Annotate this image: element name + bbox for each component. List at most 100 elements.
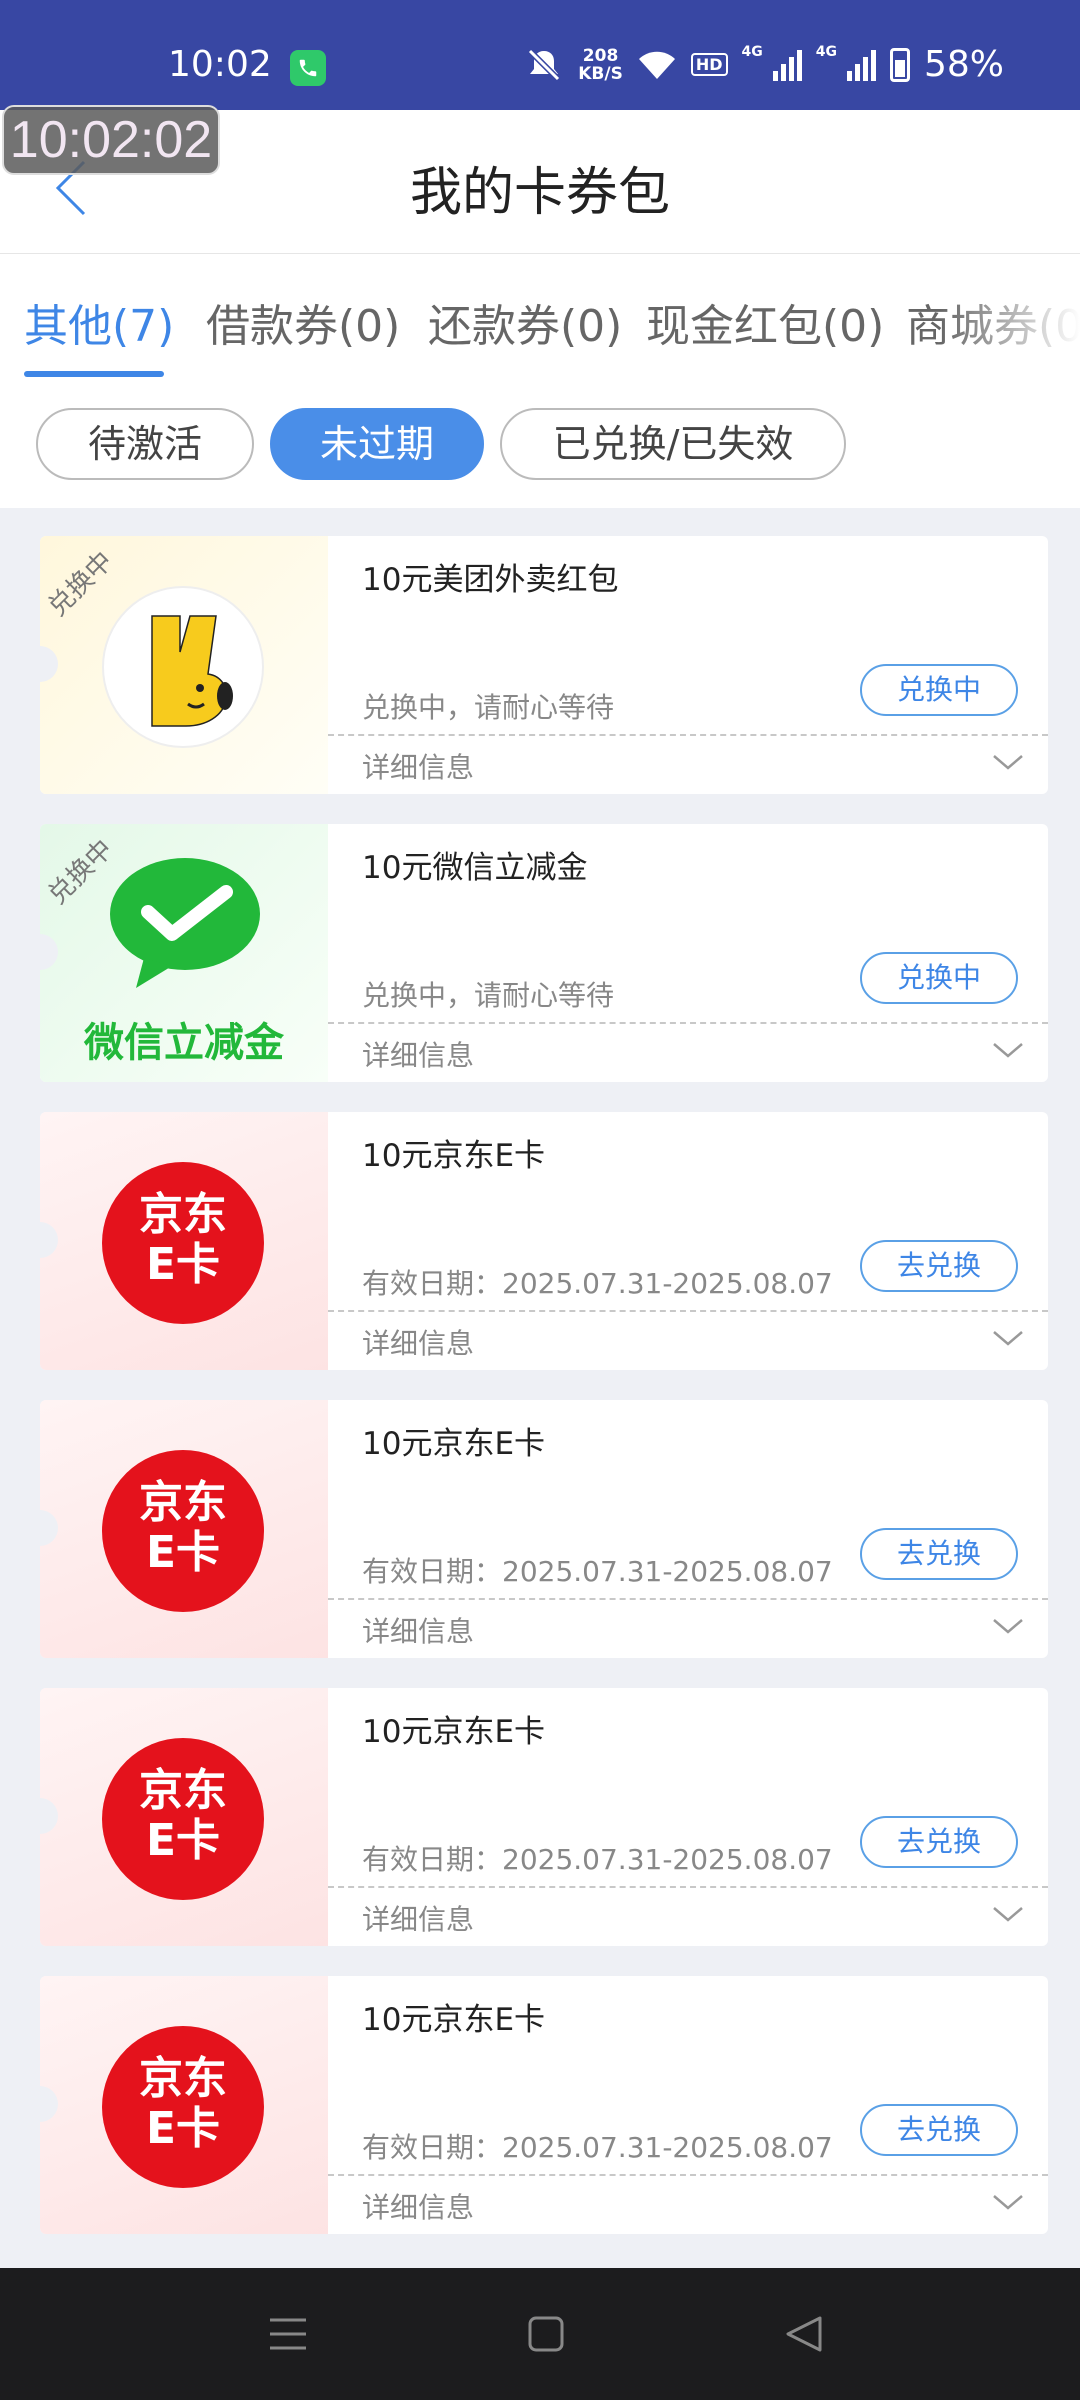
filter-not-expired[interactable]: 未过期 <box>270 408 484 480</box>
coupon-status-text: 兑换中，请耐心等待 <box>362 979 615 1012</box>
detail-info-toggle[interactable]: 详细信息 <box>362 1034 474 1074</box>
jd-ecard-icon: 京东 E卡 <box>102 2026 264 2188</box>
dashed-divider <box>328 1022 1048 1024</box>
coupon-title: 10元京东E卡 <box>362 1426 546 1462</box>
coupon-card[interactable]: 兑换中 微信立减金 10元微信立减金 兑换中，请耐心等待 兑换中 详细信息 <box>40 824 1048 1082</box>
coupon-validity: 有效日期：2025.07.31-2025.08.07 <box>362 1267 833 1300</box>
tab-fade <box>940 254 1080 384</box>
net-speed-unit: KB/S <box>578 63 623 84</box>
tab-cash-redpacket[interactable]: 现金红包(0) <box>646 290 884 354</box>
status-bar: 10:02 208 KB/S HD 4G 4G 58% <box>0 0 1080 110</box>
redeeming-button[interactable]: 兑换中 <box>860 952 1018 1004</box>
jd-logo-line2: E卡 <box>145 1239 221 1290</box>
jd-logo-line2: E卡 <box>145 1527 221 1578</box>
coupon-card[interactable]: 京东 E卡 10元京东E卡 有效日期：2025.07.31-2025.08.07… <box>40 1112 1048 1370</box>
coupon-validity: 有效日期：2025.07.31-2025.08.07 <box>362 1555 833 1588</box>
tab-other[interactable]: 其他(7) <box>24 290 174 354</box>
wechat-logo-label: 微信立减金 <box>84 1020 284 1066</box>
hd-badge: HD <box>690 53 728 76</box>
wifi-icon <box>638 51 675 79</box>
status-time: 10:02 <box>168 44 272 85</box>
ticket-notch <box>40 646 58 682</box>
tab-repay-coupon[interactable]: 还款券(0) <box>428 290 622 354</box>
network-type-2: 4G <box>815 44 837 60</box>
jd-logo-line1: 京东 <box>139 1477 227 1528</box>
chevron-down-icon[interactable] <box>990 750 1026 774</box>
net-speed-value: 208 <box>582 45 619 66</box>
ticket-notch <box>40 1510 58 1546</box>
net-speed: 208 KB/S <box>578 47 623 83</box>
detail-info-toggle[interactable]: 详细信息 <box>362 1898 474 1938</box>
coupon-title: 10元美团外卖红包 <box>362 562 619 598</box>
redeem-button[interactable]: 去兑换 <box>860 1240 1018 1292</box>
redeem-button[interactable]: 去兑换 <box>860 1816 1018 1868</box>
jd-logo-line1: 京东 <box>139 2053 227 2104</box>
floating-clock-overlay[interactable]: 10:02:02 <box>2 105 220 175</box>
coupon-logo-area: 兑换中 <box>40 536 328 794</box>
jd-ecard-icon: 京东 E卡 <box>102 1450 264 1612</box>
category-tabs: 其他(7) 借款券(0) 还款券(0) 现金红包(0) 商城券(0) <box>0 254 1080 384</box>
coupon-card[interactable]: 京东 E卡 10元京东E卡 有效日期：2025.07.31-2025.08.07… <box>40 1976 1048 2234</box>
coupon-title: 10元微信立减金 <box>362 850 588 886</box>
phone-call-icon <box>290 50 326 86</box>
ticket-notch <box>40 1798 58 1834</box>
dashed-divider <box>328 734 1048 736</box>
dashed-divider <box>328 2174 1048 2176</box>
network-type-1: 4G <box>741 44 763 60</box>
home-icon[interactable] <box>524 2312 568 2356</box>
redeem-button[interactable]: 去兑换 <box>860 1528 1018 1580</box>
battery-icon <box>889 47 910 82</box>
dashed-divider <box>328 1310 1048 1312</box>
detail-info-toggle[interactable]: 详细信息 <box>362 1322 474 1362</box>
coupon-card[interactable]: 京东 E卡 10元京东E卡 有效日期：2025.07.31-2025.08.07… <box>40 1688 1048 1946</box>
detail-info-toggle[interactable]: 详细信息 <box>362 746 474 786</box>
coupon-card[interactable]: 兑换中 10元美团外卖红包 兑换中，请耐心等待 兑换中 详细信息 <box>40 536 1048 794</box>
system-nav-bar <box>0 2268 1080 2400</box>
dashed-divider <box>328 1598 1048 1600</box>
coupon-status-text: 兑换中，请耐心等待 <box>362 691 615 724</box>
coupon-card[interactable]: 京东 E卡 10元京东E卡 有效日期：2025.07.31-2025.08.07… <box>40 1400 1048 1658</box>
battery-percent: 58% <box>923 44 1004 85</box>
redeem-button[interactable]: 去兑换 <box>860 2104 1018 2156</box>
signal-icon-2 <box>846 49 876 81</box>
coupon-title: 10元京东E卡 <box>362 2002 546 2038</box>
jd-logo-line2: E卡 <box>145 1815 221 1866</box>
detail-info-toggle[interactable]: 详细信息 <box>362 1610 474 1650</box>
coupon-title: 10元京东E卡 <box>362 1138 546 1174</box>
coupon-validity: 有效日期：2025.07.31-2025.08.07 <box>362 2131 833 2164</box>
coupon-logo-area: 京东 E卡 <box>40 1688 328 1946</box>
coupon-logo-area: 京东 E卡 <box>40 1976 328 2234</box>
jd-ecard-icon: 京东 E卡 <box>102 1162 264 1324</box>
chevron-down-icon[interactable] <box>990 2190 1026 2214</box>
jd-logo-line1: 京东 <box>139 1189 227 1240</box>
coupon-validity: 有效日期：2025.07.31-2025.08.07 <box>362 1843 833 1876</box>
chevron-down-icon[interactable] <box>990 1038 1026 1062</box>
ticket-notch <box>40 2086 58 2122</box>
menu-icon[interactable] <box>266 2312 310 2356</box>
signal-icon-1 <box>772 49 802 81</box>
status-filters: 待激活 未过期 已兑换/已失效 <box>0 384 1080 508</box>
filter-pending-activation[interactable]: 待激活 <box>36 408 254 480</box>
ticket-notch <box>40 934 58 970</box>
redeeming-button[interactable]: 兑换中 <box>860 664 1018 716</box>
chevron-down-icon[interactable] <box>990 1614 1026 1638</box>
coupon-logo-area: 京东 E卡 <box>40 1400 328 1658</box>
coupon-title: 10元京东E卡 <box>362 1714 546 1750</box>
ticket-notch <box>40 1222 58 1258</box>
meituan-icon <box>102 586 264 748</box>
detail-info-toggle[interactable]: 详细信息 <box>362 2186 474 2226</box>
back-icon[interactable] <box>782 2312 826 2356</box>
tab-active-indicator <box>24 371 164 377</box>
jd-logo-line1: 京东 <box>139 1765 227 1816</box>
jd-ecard-icon: 京东 E卡 <box>102 1738 264 1900</box>
mute-icon <box>528 48 561 81</box>
jd-logo-line2: E卡 <box>145 2103 221 2154</box>
dashed-divider <box>328 1886 1048 1888</box>
chevron-down-icon[interactable] <box>990 1902 1026 1926</box>
coupon-logo-area: 兑换中 微信立减金 <box>40 824 328 1082</box>
status-indicators: 208 KB/S HD 4G 4G 58% <box>524 44 1004 85</box>
chevron-down-icon[interactable] <box>990 1326 1026 1350</box>
wechat-icon <box>110 858 260 988</box>
filter-redeemed-expired[interactable]: 已兑换/已失效 <box>500 408 846 480</box>
tab-loan-coupon[interactable]: 借款券(0) <box>206 290 400 354</box>
